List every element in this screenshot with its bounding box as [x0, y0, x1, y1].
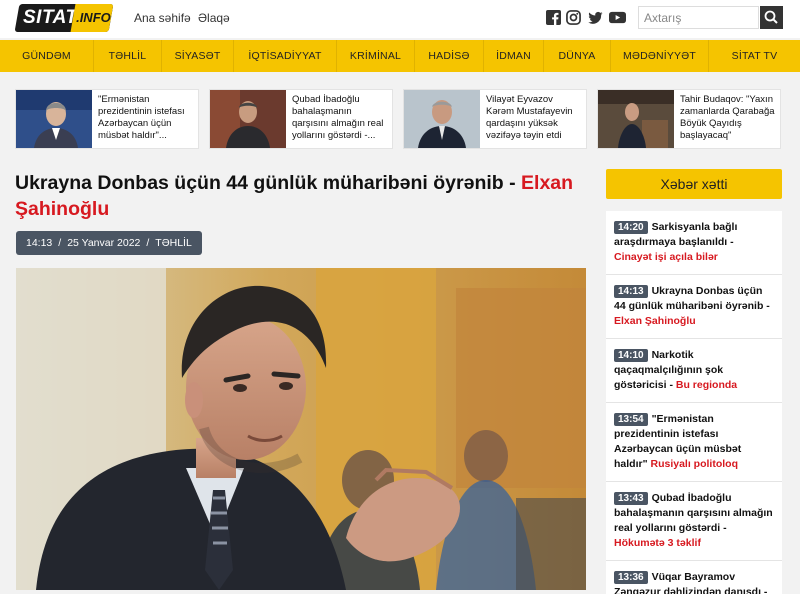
news-time: 14:10	[614, 349, 648, 362]
search-icon	[764, 10, 778, 24]
top-news-strip: "Ermənistan prezidentinin istefası Azərb…	[15, 89, 788, 149]
news-time: 13:43	[614, 492, 648, 505]
news-feed-item[interactable]: 13:36 Vüqar Bayramov Zəngəzur dəhlizindən…	[606, 561, 782, 594]
news-feed-item[interactable]: 14:20 Sarkisyanla bağlı araşdırmaya başla…	[606, 211, 782, 275]
news-thumbnail	[16, 90, 92, 148]
main-nav: GÜNDƏM TƏHLİL SİYASƏT İQTİSADİYYAT KRİMİ…	[0, 40, 800, 72]
nav-item-sitat-tv[interactable]: SİTAT TV	[709, 40, 800, 72]
nav-item-gundem[interactable]: GÜNDƏM	[0, 40, 94, 72]
nav-item-tehlil[interactable]: TƏHLİL	[94, 40, 162, 72]
strip-card[interactable]: "Ermənistan prezidentinin istefası Azərb…	[15, 89, 199, 149]
news-thumbnail	[404, 90, 480, 148]
article-time: 14:13	[26, 237, 53, 249]
nav-item-medeniyyet[interactable]: MƏDƏNİYYƏT	[611, 40, 709, 72]
search-button[interactable]	[760, 6, 783, 29]
article-meta: 14:13 / 25 Yanvar 2022 / TƏHLİL	[16, 231, 202, 255]
home-link[interactable]: Ana səhifə	[134, 11, 191, 25]
facebook-icon[interactable]	[546, 10, 561, 25]
strip-card[interactable]: Tahir Budaqov: "Yaxın zamanlarda Qarabağ…	[597, 89, 781, 149]
news-tag: Cinayət işi açıla bilər	[614, 251, 718, 263]
contact-link[interactable]: Əlaqə	[198, 11, 230, 25]
article-title-main: Ukrayna Donbas üçün 44 günlük müharibəni…	[15, 172, 522, 194]
search-input[interactable]	[638, 6, 759, 29]
article-category[interactable]: TƏHLİL	[155, 231, 192, 255]
nav-item-idman[interactable]: İDMAN	[484, 40, 544, 72]
youtube-icon[interactable]	[609, 10, 626, 25]
article-photo	[16, 268, 586, 590]
instagram-icon[interactable]	[566, 10, 581, 25]
strip-card-text: Tahir Budaqov: "Yaxın zamanlarda Qarabağ…	[680, 94, 775, 141]
news-feed-list: 14:20 Sarkisyanla bağlı araşdırmaya başla…	[606, 211, 782, 594]
strip-card[interactable]: Qubad İbadoğlu bahalaşmanın qarşısını al…	[209, 89, 393, 149]
news-feed-item[interactable]: 14:13 Ukrayna Donbas üçün 44 günlük mühar…	[606, 275, 782, 339]
logo-text: SITAT	[23, 7, 78, 28]
logo-domain: .INFO	[76, 10, 111, 25]
twitter-icon[interactable]	[588, 10, 603, 25]
news-feed-item[interactable]: 14:10 Narkotik qaçaqmalçılığının şok göst…	[606, 339, 782, 403]
news-tag: Elxan Şahinoğlu	[614, 315, 696, 327]
news-tag: Hökumətə 3 təklif	[614, 537, 701, 549]
news-feed-item[interactable]: 13:54 "Ermənistan prezidentinin istefası …	[606, 403, 782, 482]
news-feed-item[interactable]: 13:43 Qubad İbadoğlu bahalaşmanın qarşısı…	[606, 482, 782, 561]
news-tag: Rusiyalı politoloq	[650, 458, 738, 470]
nav-item-kriminal[interactable]: KRİMİNAL	[337, 40, 415, 72]
strip-card-text: Vilayət Eyvazov Kərəm Mustafayevin qarda…	[486, 94, 573, 141]
news-feed-title: Xəbər xətti	[606, 169, 782, 199]
nav-item-hadise[interactable]: HADİSƏ	[415, 40, 484, 72]
top-bar: SITAT .INFO Ana səhifə Əlaqə	[0, 0, 800, 38]
news-time: 13:54	[614, 413, 648, 426]
nav-item-dunya[interactable]: DÜNYA	[544, 40, 611, 72]
news-thumbnail	[598, 90, 674, 148]
news-tag: Bu regionda	[675, 379, 738, 391]
news-time: 14:13	[614, 285, 648, 298]
strip-card[interactable]: Vilayət Eyvazov Kərəm Mustafayevin qarda…	[403, 89, 587, 149]
news-thumbnail	[210, 90, 286, 148]
news-time: 13:36	[614, 571, 648, 584]
nav-item-siyaset[interactable]: SİYASƏT	[162, 40, 234, 72]
site-logo[interactable]: SITAT .INFO	[14, 4, 114, 32]
strip-card-text: "Ermənistan prezidentinin istefası Azərb…	[98, 94, 185, 141]
strip-card-text: Qubad İbadoğlu bahalaşmanın qarşısını al…	[292, 94, 384, 141]
news-time: 14:20	[614, 221, 648, 234]
article-title: Ukrayna Donbas üçün 44 günlük müharibəni…	[15, 170, 585, 222]
article-date: 25 Yanvar 2022	[67, 237, 141, 249]
nav-item-iqtisadiyyat[interactable]: İQTİSADİYYAT	[234, 40, 337, 72]
